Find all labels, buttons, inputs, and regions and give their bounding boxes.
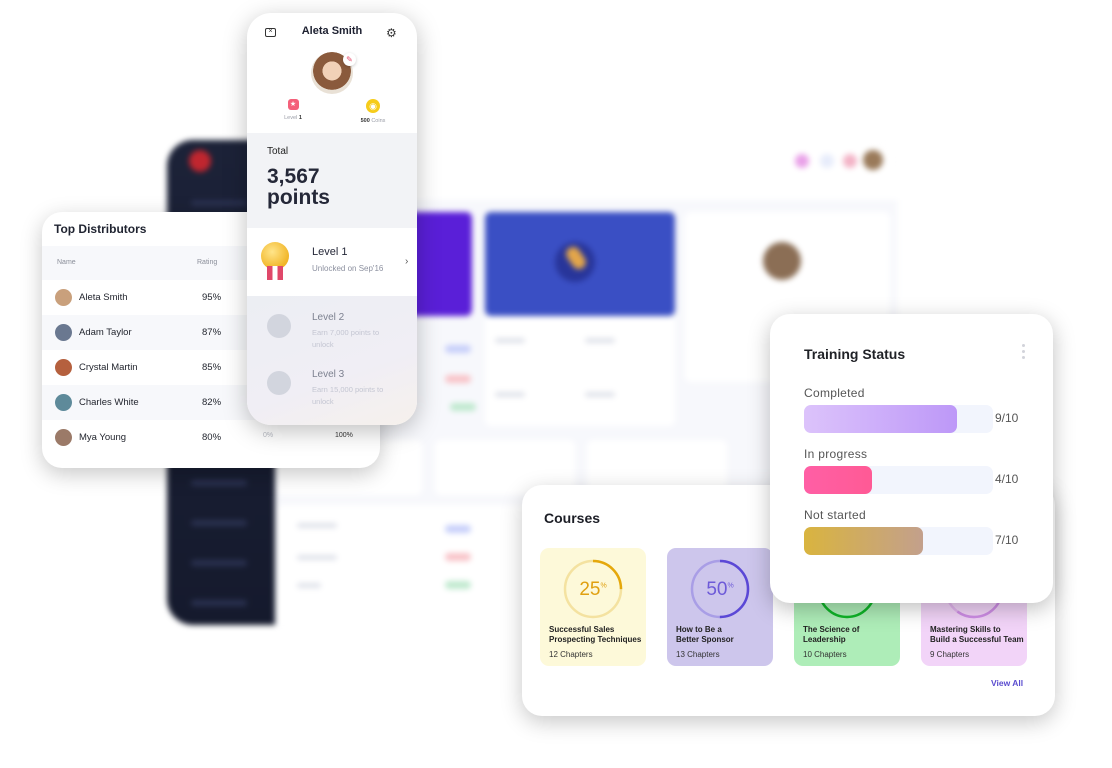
marketing-collage: Top Distributors Name Rating Aleta Smith… [0,0,1112,768]
progress-track [804,466,993,494]
course-percent: 50% [706,579,734,600]
distributor-name: Crystal Martin [79,362,138,373]
course-chapters: 9 Chapters [930,650,970,659]
level-3-row[interactable]: Level 3 Earn 15,000 points to unlock [247,353,417,413]
background-banner [485,212,675,316]
total-label: Total [267,146,289,157]
medal-ribbon [267,266,283,280]
avatar [863,150,883,170]
status-label: Completed [804,386,865,400]
distributor-name: Mya Young [79,432,127,443]
avatar [55,394,72,411]
locked-medal-icon [267,314,291,338]
course-name: Mastering Skills to Build a Successful Te… [930,625,1024,644]
status-value: 7/10 [995,533,1019,547]
avatar [55,289,72,306]
card-title: Top Distributors [54,222,147,236]
profile-phone-card: × Aleta Smith ⚙ ✎ ★ Level 1 ◉ 500 Coins … [247,13,417,425]
card-title: Courses [544,510,601,526]
background-stats [485,316,675,426]
level-badge-icon: ★ [287,99,299,110]
avatar [55,359,72,376]
coins-stat-value: 500 [360,118,370,124]
level-title: Level 2 [312,312,345,323]
coins-stat-label: Coins [371,118,386,124]
total-points-value: 3,567 points [267,165,330,209]
notification-icon [795,154,809,168]
sidebar-placeholder [191,520,247,526]
progress-fill [804,466,873,494]
column-header-rating[interactable]: Rating [197,259,217,266]
card-title: Training Status [804,346,906,362]
level-subtitle: Unlocked on Sep'16 [312,264,384,273]
distributor-name: Adam Taylor [79,327,132,338]
training-row-completed: Completed 9/10 [804,386,1044,433]
training-status-card: Training Status Completed 9/10 In progre… [770,314,1053,603]
pencil-icon[interactable]: ✎ [343,53,356,66]
avatar [55,324,72,341]
course-chapters: 10 Chapters [803,650,847,659]
course-name: The Science of Leadership [803,625,860,644]
avatar [55,429,72,446]
distributor-name: Aleta Smith [79,292,128,303]
gear-icon[interactable]: ⚙ [386,26,397,40]
distributor-name: Charles White [79,397,139,408]
level-title: Level 3 [312,369,345,380]
scale-min-label: 0% [263,432,274,439]
coins-stat: ◉ 500 Coins [343,99,403,124]
coin-icon: ◉ [366,99,380,113]
sidebar-placeholder [191,600,247,606]
distributor-rating: 82% [202,397,222,408]
status-label: Not started [804,508,866,522]
locked-levels: Level 2 Earn 7,000 points to unlock Leve… [247,296,417,425]
alert-icon [843,154,857,168]
level-stat: ★ Level 1 [263,99,323,121]
column-header-name[interactable]: Name [57,259,76,266]
status-label: In progress [804,447,868,461]
level-title: Level 1 [312,246,348,258]
sidebar-placeholder [191,480,247,486]
progress-fill [804,527,924,555]
status-value: 4/10 [995,472,1019,486]
level-subtitle: Earn 15,000 points to unlock [312,385,384,406]
level-subtitle: Earn 7,000 points to unlock [312,328,380,349]
status-value: 9/10 [995,411,1019,425]
view-all-link[interactable]: View All [991,678,1023,688]
message-icon [820,154,834,168]
course-percent: 25% [579,579,607,600]
course-chapters: 13 Chapters [676,650,720,659]
progress-track [804,527,993,555]
level-1-row[interactable]: Level 1 Unlocked on Sep'16 › [247,228,417,296]
distributor-rating: 95% [202,292,222,303]
locked-medal-icon [267,371,291,395]
course-tile[interactable]: 25% Successful Sales Prospecting Technique… [540,548,646,666]
distributor-rating: 80% [202,432,222,443]
training-row-not-started: Not started 7/10 [804,508,1044,555]
level-stat-value: 1 [298,115,302,121]
progress-track [804,405,993,433]
level-stat-label: Level [284,115,298,121]
table-row[interactable]: Mya Young 80% [42,420,380,455]
course-name: Successful Sales Prospecting Techniques [549,625,642,644]
scale-max-label: 100% [335,432,353,439]
total-points-panel: Total 3,567 points [247,133,417,228]
progress-fill [804,405,958,433]
sidebar-placeholder [191,560,247,566]
distributor-rating: 85% [202,362,222,373]
sidebar-placeholder [191,200,247,206]
level-2-row[interactable]: Level 2 Earn 7,000 points to unlock [247,296,417,356]
distributor-rating: 87% [202,327,222,338]
course-tile[interactable]: 50% How to Be a Better Sponsor 13 Chapters [667,548,773,666]
logo-icon [189,150,211,172]
chevron-right-icon[interactable]: › [405,256,408,267]
course-chapters: 12 Chapters [549,650,593,659]
course-name: How to Be a Better Sponsor [676,625,734,644]
kebab-menu-icon[interactable] [1022,344,1026,362]
training-row-in-progress: In progress 4/10 [804,447,1044,494]
